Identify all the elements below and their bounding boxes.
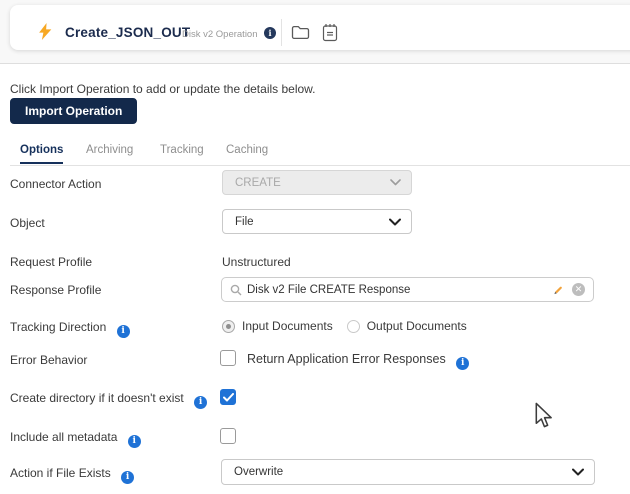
operation-config-panel: Create_JSON_OUT Disk v2 Operation i Clic… [0, 0, 630, 494]
folder-icon[interactable] [291, 25, 310, 45]
request-profile-value: Unstructured [222, 255, 291, 269]
chevron-down-icon [572, 468, 584, 476]
action-if-file-exists-label-text: Action if File Exists [10, 466, 111, 480]
connector-action-value: CREATE [235, 177, 390, 189]
request-profile-label: Request Profile [10, 255, 92, 269]
input-documents-radio[interactable] [222, 320, 235, 333]
search-icon [230, 284, 242, 296]
object-select[interactable]: File [222, 209, 412, 234]
tab-archiving[interactable]: Archiving [86, 144, 133, 162]
action-if-file-exists-info-icon[interactable]: i [121, 471, 134, 484]
input-documents-label: Input Documents [242, 319, 333, 333]
error-behavior-label: Error Behavior [10, 353, 87, 367]
include-metadata-label: Include all metadata i [10, 430, 141, 446]
create-directory-info-icon[interactable]: i [194, 396, 207, 409]
response-profile-value: Disk v2 File CREATE Response [247, 284, 551, 296]
object-value: File [235, 216, 389, 228]
header-divider [281, 19, 282, 46]
header-card: Create_JSON_OUT Disk v2 Operation i [10, 5, 630, 50]
tracking-direction-info-icon[interactable]: i [117, 325, 130, 338]
error-behavior-checkbox-text: Return Application Error Responses [247, 352, 446, 366]
error-behavior-info-icon[interactable]: i [456, 357, 469, 370]
connector-action-label: Connector Action [10, 177, 101, 191]
create-directory-label: Create directory if it doesn't exist i [10, 391, 207, 407]
lightning-icon [38, 23, 53, 45]
response-profile-label: Response Profile [10, 283, 101, 297]
notepad-icon[interactable] [322, 23, 338, 47]
action-if-file-exists-select[interactable]: Overwrite [221, 459, 595, 485]
tab-tracking[interactable]: Tracking [160, 144, 204, 162]
output-documents-radio[interactable] [347, 320, 360, 333]
instruction-text: Click Import Operation to add or update … [10, 82, 316, 96]
create-directory-checkbox[interactable] [220, 389, 236, 405]
edit-pencil-icon[interactable] [551, 283, 564, 296]
tab-caching[interactable]: Caching [226, 144, 268, 162]
check-icon [223, 393, 234, 402]
include-metadata-checkbox[interactable] [220, 428, 236, 444]
operation-title: Create_JSON_OUT [65, 25, 190, 40]
tab-bar-underline [10, 165, 630, 166]
object-label: Object [10, 216, 45, 230]
output-documents-label: Output Documents [367, 319, 467, 333]
action-if-file-exists-value: Overwrite [234, 466, 572, 478]
chevron-down-icon [390, 179, 401, 186]
tracking-direction-radios: Input Documents Output Documents [222, 319, 467, 333]
operation-type-label: Disk v2 Operation [182, 29, 258, 40]
error-behavior-checkbox-label: Return Application Error Responses i [247, 352, 469, 368]
include-metadata-info-icon[interactable]: i [128, 435, 141, 448]
tab-options[interactable]: Options [20, 144, 63, 164]
include-metadata-label-text: Include all metadata [10, 430, 117, 444]
import-operation-button[interactable]: Import Operation [10, 98, 137, 124]
tracking-direction-label-text: Tracking Direction [10, 320, 106, 334]
mouse-cursor [533, 402, 555, 435]
create-directory-label-text: Create directory if it doesn't exist [10, 391, 184, 405]
action-if-file-exists-label: Action if File Exists i [10, 466, 134, 482]
response-profile-input[interactable]: Disk v2 File CREATE Response ✕ [221, 277, 594, 302]
connector-action-select: CREATE [222, 170, 412, 195]
chevron-down-icon [389, 218, 401, 226]
tab-bar: Options Archiving Tracking Caching [10, 144, 630, 166]
clear-icon[interactable]: ✕ [572, 283, 585, 296]
operation-info-icon[interactable]: i [264, 27, 276, 39]
tracking-direction-label: Tracking Direction i [10, 320, 130, 336]
error-behavior-checkbox[interactable] [220, 350, 236, 366]
